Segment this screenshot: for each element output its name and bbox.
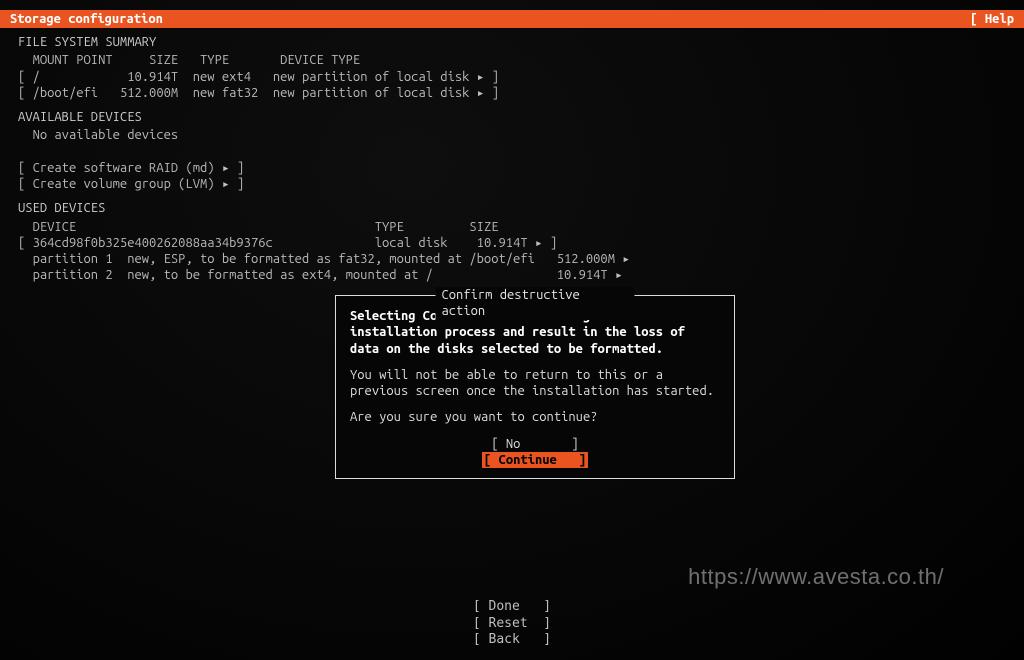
chevron-right-icon [215,177,230,191]
create-raid-button[interactable]: Create software RAID (md) [33,161,230,175]
footer-buttons: [ Done ] [ Reset ] [ Back ] [473,599,551,648]
fs-summary-heading: FILE SYSTEM SUMMARY [18,34,1006,50]
available-heading: AVAILABLE DEVICES [18,109,1006,125]
create-lvm-button[interactable]: Create volume group (LVM) [33,177,230,191]
title-bar: Storage configuration [ Help [0,10,1024,28]
available-block: No available devices [ Create software R… [18,127,1006,192]
dialog-question: Are you sure you want to continue? [350,409,720,425]
chevron-right-icon [469,70,484,84]
dialog-title: Confirm destructive action [436,287,635,320]
installer-screen: Storage configuration [ Help FILE SYSTEM… [0,0,1024,660]
watermark-text: https://www.avesta.co.th/ [688,563,944,591]
done-button[interactable]: Done [489,599,520,614]
chevron-right-icon [215,161,230,175]
chevron-right-icon [608,268,623,282]
title-text: Storage configuration [10,11,163,27]
dialog-warning-2: You will not be able to return to this o… [350,367,720,400]
fs-row[interactable]: / 10.914T new ext4 new partition of loca… [33,70,485,84]
no-devices-text: No available devices [33,128,179,142]
help-button[interactable]: [ Help [970,11,1014,27]
back-button[interactable]: Back [489,632,520,647]
chevron-right-icon [615,252,630,266]
fs-summary-table: MOUNT POINT SIZE TYPE DEVICE TYPE [ / 10… [18,52,1006,101]
chevron-right-icon [469,86,484,100]
used-devices-table: DEVICE TYPE SIZE [ 364cd98f0b325e4002620… [18,219,1006,284]
partition-row[interactable]: partition 2 new, to be formatted as ext4… [33,268,623,282]
fs-row[interactable]: /boot/efi 512.000M new fat32 new partiti… [33,86,485,100]
disk-row[interactable]: 364cd98f0b325e400262088aa34b9376c local … [33,236,543,250]
dialog-no-button[interactable]: [ No ] [350,436,720,452]
dialog-continue-button[interactable]: [ Continue ] [350,452,720,468]
partition-row[interactable]: partition 1 new, ESP, to be formatted as… [33,252,631,266]
confirm-destructive-dialog: Confirm destructive action Selecting Con… [335,295,735,479]
reset-button[interactable]: Reset [489,616,528,631]
used-heading: USED DEVICES [18,200,1006,216]
chevron-right-icon [528,236,543,250]
